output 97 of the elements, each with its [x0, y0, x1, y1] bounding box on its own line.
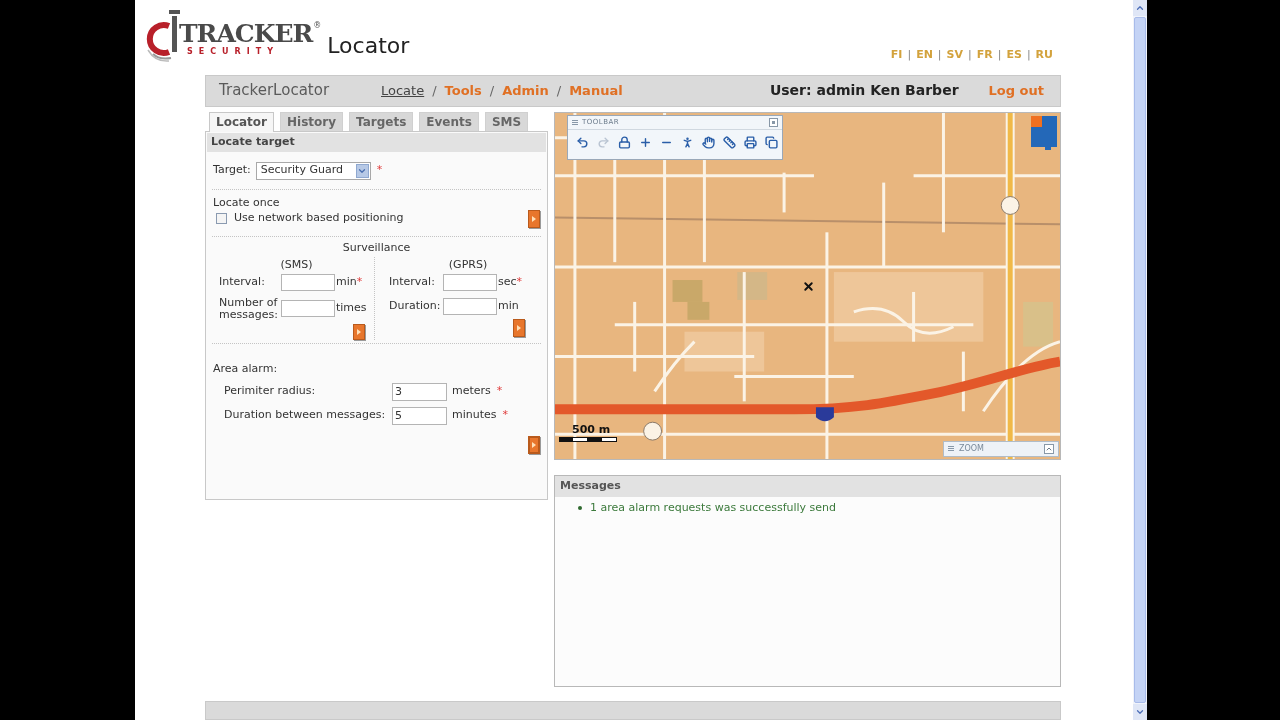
field-label: Perimiter radius:	[224, 383, 317, 400]
tab[interactable]: Events	[419, 111, 479, 131]
required-mark: *	[502, 407, 509, 424]
language-link[interactable]: EN	[916, 47, 933, 61]
expand-button[interactable]	[1044, 443, 1054, 454]
scroll-down-icon	[1133, 704, 1147, 720]
checkbox[interactable]	[216, 213, 227, 225]
nav-link[interactable]: Locate	[381, 80, 425, 101]
checkbox-label: Use network based positioning	[234, 210, 404, 227]
triangle-icon	[532, 441, 536, 448]
required-mark: *	[376, 162, 383, 179]
language-link[interactable]: RU	[1035, 47, 1053, 61]
language-separator: |	[968, 47, 972, 61]
column-heading: (SMS)	[280, 257, 313, 271]
input-field[interactable]: 5	[392, 406, 447, 425]
go-button[interactable]	[513, 318, 525, 337]
target-select[interactable]: Security Guard	[255, 161, 371, 180]
ruler-icon	[723, 136, 736, 150]
hand-icon	[702, 136, 715, 150]
logo-brand: TRACKER	[179, 21, 313, 47]
go-button[interactable]	[528, 435, 540, 454]
language-link[interactable]: SV	[946, 47, 963, 61]
unit-label: times	[336, 300, 367, 317]
language-separator: |	[907, 47, 912, 61]
input-field[interactable]	[443, 273, 497, 291]
registered-mark: ®	[313, 21, 322, 31]
unit-label: sec	[498, 273, 517, 290]
printer-icon	[744, 136, 757, 150]
app-name: TrackerLocator	[219, 80, 331, 102]
product-name: Locator	[327, 34, 410, 58]
go-button[interactable]	[528, 209, 540, 228]
unit-label: meters	[452, 383, 491, 400]
scrollbar[interactable]	[1133, 0, 1147, 720]
cross-marker-icon	[802, 279, 815, 293]
column-heading: (GPRS)	[448, 257, 488, 271]
message-text: 1 area alarm requests was successfully send	[590, 499, 837, 516]
required-mark: *	[496, 383, 503, 400]
grip-icon	[572, 119, 578, 125]
field-label: Interval:	[219, 276, 266, 289]
logout-link[interactable]: Log out	[988, 80, 1044, 101]
scale-label: 500 m	[572, 423, 611, 436]
user-label: User: admin Ken Barber	[769, 81, 959, 101]
zoom-title: ZOOM	[959, 442, 984, 455]
input-field[interactable]	[443, 297, 497, 315]
grip-icon	[948, 446, 954, 452]
map-provider-logo	[1031, 115, 1057, 150]
nav-separator: /	[556, 81, 562, 100]
field-label: Duration:	[389, 300, 442, 313]
field-label: Duration between messages:	[224, 407, 387, 424]
undo-icon	[576, 136, 589, 150]
nav-link[interactable]: Tools	[444, 80, 482, 101]
lock-icon	[618, 136, 631, 150]
section-heading: Area alarm:	[213, 361, 278, 375]
triangle-icon	[517, 324, 521, 331]
tab[interactable]: SMS	[484, 111, 529, 131]
bullet-icon	[578, 505, 582, 510]
input-field[interactable]: 3	[392, 382, 447, 401]
required-mark: *	[516, 273, 523, 290]
input-field[interactable]	[281, 273, 335, 291]
field-label: Number of messages:	[219, 296, 279, 321]
plus-icon	[639, 136, 652, 150]
language-link[interactable]: FR	[976, 47, 993, 61]
required-mark: *	[356, 273, 363, 290]
minimize-button[interactable]	[769, 117, 778, 127]
scroll-up-icon	[1133, 0, 1147, 16]
scale-bar	[559, 436, 617, 442]
messages-title: Messages	[560, 477, 621, 494]
caret-icon	[355, 163, 369, 178]
input-field[interactable]	[281, 300, 335, 318]
target-label: Target:	[213, 162, 251, 179]
section-heading: Locate once	[213, 195, 280, 209]
redo-icon	[597, 136, 610, 150]
language-separator: |	[937, 47, 942, 61]
nav-link[interactable]: Admin	[502, 80, 549, 101]
language-separator: |	[1026, 47, 1031, 61]
language-link[interactable]: ES	[1006, 47, 1022, 61]
section-heading: Surveillance	[342, 240, 411, 254]
language-separator: |	[997, 47, 1002, 61]
unit-label: min	[336, 273, 357, 290]
unit-label: minutes	[452, 407, 497, 424]
triangle-icon	[532, 215, 536, 222]
tab[interactable]: Targets	[349, 111, 414, 131]
person-icon	[681, 136, 694, 150]
field-label: Interval:	[389, 276, 436, 289]
panel-title: Locate target	[211, 133, 295, 150]
language-link[interactable]: FI	[890, 47, 903, 61]
square-icon	[772, 120, 775, 124]
nav-separator: /	[489, 81, 495, 100]
nav-link[interactable]: Manual	[569, 80, 623, 101]
triangle-icon	[357, 328, 361, 335]
logo-tagline: SECURITY	[187, 47, 280, 56]
unit-label: min	[498, 297, 519, 314]
tab[interactable]: Locator	[209, 111, 274, 132]
windows-icon	[765, 136, 778, 150]
tab[interactable]: History	[280, 111, 344, 131]
nav-separator: /	[432, 81, 437, 100]
go-button[interactable]	[353, 323, 365, 340]
